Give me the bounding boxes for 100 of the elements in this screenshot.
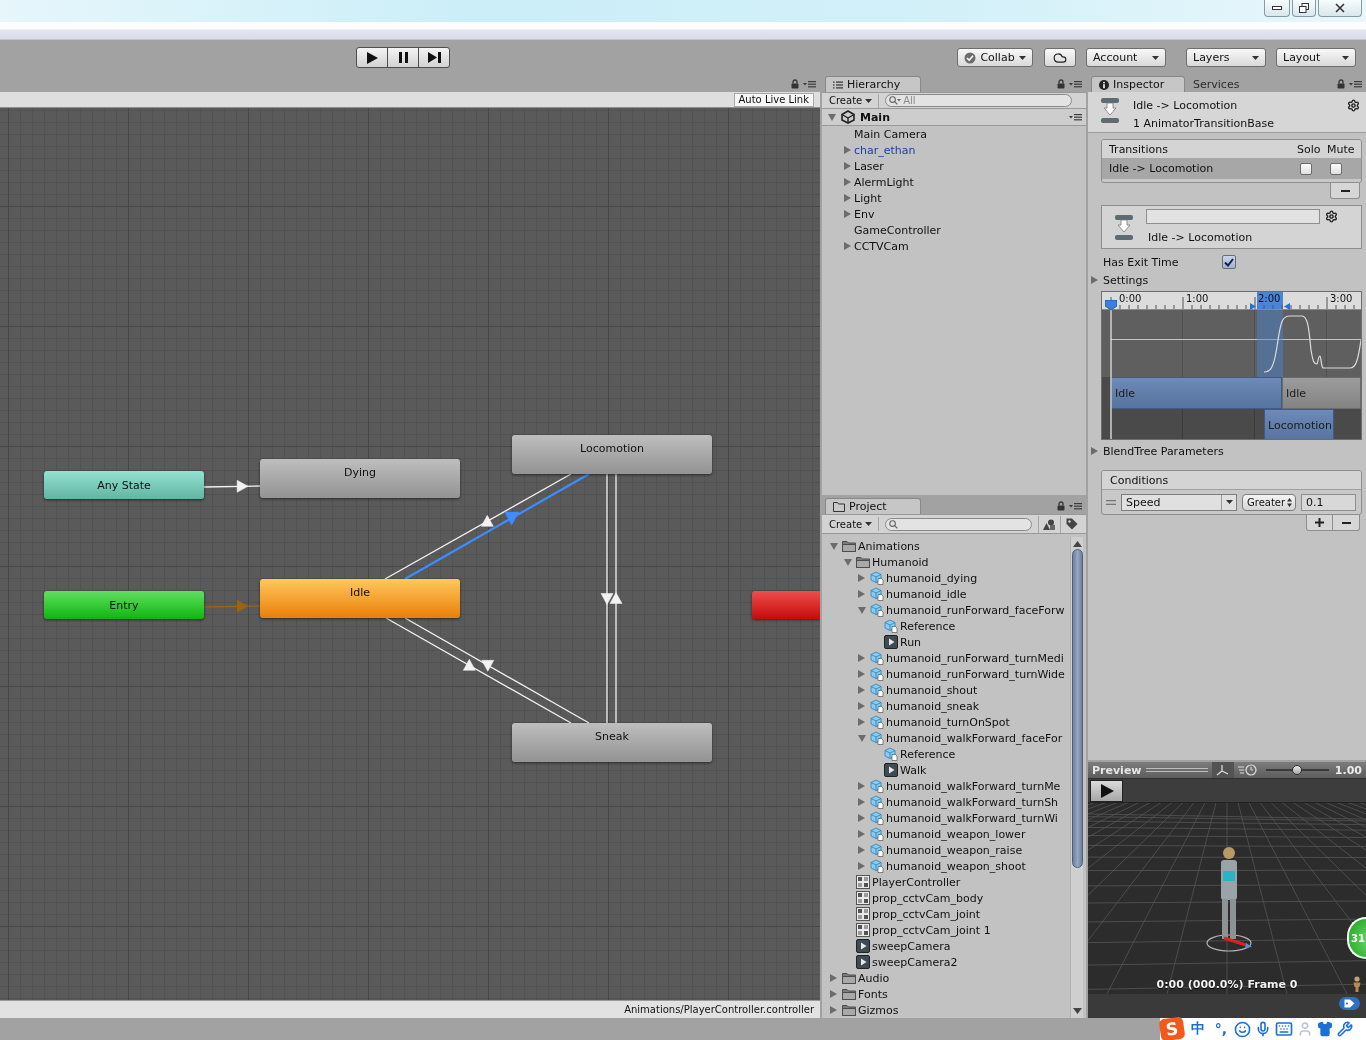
punctuation-toggle[interactable]: °, — [1212, 1021, 1230, 1037]
asset-name[interactable]: Fonts — [858, 987, 888, 1001]
figure-icon[interactable] — [1352, 976, 1362, 992]
transition-arrow[interactable] — [609, 473, 623, 724]
foldout-label[interactable]: BlendTree Parameters — [1103, 444, 1224, 458]
caret-right-icon[interactable] — [858, 798, 865, 806]
asset-name[interactable]: prop_cctvCam_body — [872, 891, 984, 905]
caret-right-icon[interactable] — [858, 686, 865, 694]
hierarchy-item[interactable]: Main Camera — [854, 127, 927, 141]
auto-live-link-button[interactable]: Auto Live Link — [733, 92, 814, 107]
any-state-node[interactable]: Any State — [44, 471, 204, 499]
caret-right-icon[interactable] — [1091, 276, 1098, 284]
lock-icon[interactable] — [791, 78, 799, 89]
search-field[interactable] — [885, 517, 1032, 531]
caret-right-icon[interactable] — [844, 210, 851, 218]
add-button[interactable] — [1306, 515, 1333, 531]
scrollbar-thumb[interactable] — [1071, 549, 1083, 868]
menu-icon[interactable] — [803, 79, 816, 88]
entry-node[interactable]: Entry — [44, 591, 204, 619]
asset-name[interactable]: Run — [900, 635, 922, 649]
asset-name[interactable]: Humanoid — [872, 555, 929, 569]
mute-checkbox[interactable] — [1330, 162, 1342, 175]
asset-name[interactable]: humanoid_walkForward_turnSh — [886, 795, 1059, 809]
caret-right-icon[interactable] — [1091, 447, 1098, 455]
scene-header[interactable]: Main — [822, 109, 1086, 126]
hierarchy-item[interactable]: CCTVCam — [854, 239, 909, 253]
tag-button[interactable] — [1339, 997, 1360, 1010]
asset-name[interactable]: sweepCamera — [872, 939, 951, 953]
create-button[interactable]: Create — [826, 93, 880, 108]
dropdown-button[interactable]: Account — [1086, 48, 1166, 67]
asset-name[interactable]: Reference — [900, 747, 956, 761]
asset-name[interactable]: humanoid_walkForward_turnWi — [886, 811, 1058, 825]
hierarchy-item[interactable]: Laser — [854, 159, 884, 173]
mode-dropdown[interactable]: Greater — [1242, 493, 1296, 511]
state-node[interactable]: Locomotion — [512, 435, 712, 474]
asset-name[interactable]: humanoid_dying — [886, 571, 978, 585]
transition-arrow[interactable] — [203, 600, 261, 613]
exit-node[interactable] — [752, 591, 820, 619]
asset-name[interactable]: humanoid_walkForward_turnMe — [886, 779, 1061, 793]
caret-right-icon[interactable] — [858, 702, 865, 710]
play-button[interactable] — [356, 47, 388, 68]
value-field[interactable]: 0.1 — [1301, 493, 1356, 511]
asset-name[interactable]: Animations — [858, 539, 920, 553]
asset-name[interactable]: Reference — [900, 619, 956, 633]
asset-name[interactable]: Audio — [858, 971, 890, 985]
state-node[interactable]: Dying — [260, 459, 460, 498]
transition-arrow[interactable] — [404, 473, 590, 580]
minimize-button[interactable] — [1264, 0, 1290, 17]
playhead-handle[interactable] — [1105, 300, 1117, 439]
close-button[interactable] — [1318, 0, 1362, 17]
remove-button[interactable] — [1333, 515, 1360, 531]
cloud-button[interactable] — [1044, 48, 1076, 67]
name-field[interactable] — [1146, 209, 1320, 224]
caret-right-icon[interactable] — [858, 862, 865, 870]
project-tab[interactable]: Project — [825, 498, 921, 514]
solo-checkbox[interactable] — [1300, 162, 1312, 175]
caret-right-icon[interactable] — [844, 178, 851, 186]
wrench-icon[interactable] — [1337, 1021, 1353, 1037]
asset-name[interactable]: Walk — [900, 763, 927, 777]
search-field[interactable]: All — [885, 94, 1072, 107]
asset-name[interactable]: humanoid_runForward_turnWide — [886, 667, 1065, 681]
lock-icon[interactable] — [1057, 78, 1065, 89]
caret-right-icon[interactable] — [858, 846, 865, 854]
menu-icon[interactable] — [1069, 79, 1082, 88]
panel-tab[interactable]: Services — [1185, 76, 1257, 92]
keyboard-icon[interactable] — [1275, 1020, 1293, 1038]
caret-right-icon[interactable] — [858, 654, 865, 662]
caret-right-icon[interactable] — [858, 590, 865, 598]
caret-right-icon[interactable] — [830, 974, 837, 982]
hierarchy-item[interactable]: char_ethan — [854, 143, 916, 157]
step-button[interactable] — [418, 47, 450, 68]
parameter-dropdown[interactable]: Speed — [1121, 493, 1237, 511]
shirt-icon[interactable] — [1317, 1021, 1333, 1037]
caret-right-icon[interactable] — [858, 830, 865, 838]
hierarchy-tab[interactable]: Hierarchy — [825, 76, 921, 92]
foldout-label[interactable]: Settings — [1103, 273, 1149, 287]
clip-bar[interactable]: Locomotion — [1264, 409, 1334, 439]
restore-button[interactable] — [1292, 0, 1316, 17]
asset-name[interactable]: humanoid_runForward_turnMedi — [886, 651, 1064, 665]
caret-right-icon[interactable] — [858, 574, 865, 582]
caret-right-icon[interactable] — [830, 1006, 837, 1014]
asset-name[interactable]: humanoid_sneak — [886, 699, 980, 713]
state-node[interactable]: Idle — [260, 579, 460, 618]
menu-icon[interactable] — [1349, 79, 1362, 88]
microphone-icon[interactable] — [1255, 1021, 1271, 1037]
pause-button[interactable] — [387, 47, 419, 68]
lock-icon[interactable] — [1057, 500, 1065, 511]
caret-down-icon[interactable] — [830, 542, 838, 550]
caret-right-icon[interactable] — [858, 718, 865, 726]
scroll-up-arrow-icon[interactable] — [1072, 541, 1082, 547]
transition-arrow[interactable] — [600, 473, 614, 724]
hierarchy-item[interactable]: AlermLight — [854, 175, 914, 189]
asset-name[interactable]: prop_cctvCam_joint 1 — [872, 923, 991, 937]
caret-right-icon[interactable] — [844, 194, 851, 202]
asset-name[interactable]: humanoid_turnOnSpot — [886, 715, 1010, 729]
range-end-marker-icon[interactable] — [1284, 303, 1290, 310]
axes-button[interactable] — [1211, 762, 1234, 778]
asset-name[interactable]: humanoid_shout — [886, 683, 978, 697]
caret-right-icon[interactable] — [858, 814, 865, 822]
slider-thumb[interactable] — [1292, 765, 1302, 775]
